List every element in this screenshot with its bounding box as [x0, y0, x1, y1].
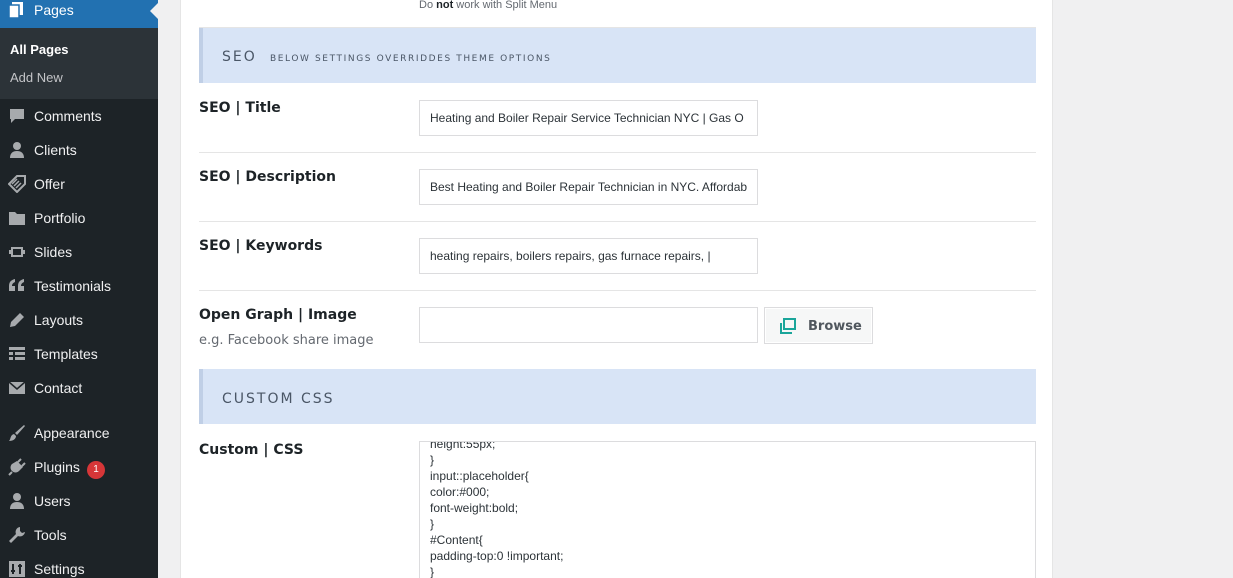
plug-icon	[7, 457, 27, 477]
section-title: SEO	[222, 49, 257, 65]
person-icon	[7, 140, 27, 160]
sidebar-item-label: Portfolio	[34, 210, 86, 226]
css-code-line: color:#000;	[430, 485, 490, 499]
sidebar-item-portfolio[interactable]: Portfolio	[0, 203, 158, 233]
sidebar-item-label: Users	[34, 493, 71, 509]
og-image-hint: e.g. Facebook share image	[199, 333, 374, 348]
browse-button-label: Browse	[808, 319, 862, 334]
custom-css-section-header: CUSTOM CSS	[199, 369, 1036, 424]
custom-css-textarea[interactable]: height:55px;} input::placeholder{color:#0…	[419, 441, 1036, 578]
slides-icon	[7, 242, 27, 262]
section-title: CUSTOM CSS	[222, 391, 335, 407]
sidebar-item-label: Tools	[34, 527, 67, 543]
tag-icon	[7, 174, 27, 194]
pencil-icon	[7, 310, 27, 330]
folder-icon	[7, 208, 27, 228]
css-code: height:55px;} input::placeholder{color:#0…	[430, 441, 564, 578]
css-code-line: font-weight:bold;	[430, 501, 519, 515]
sidebar-item-plugins[interactable]: Plugins 1	[0, 452, 158, 482]
css-code-line: }	[430, 517, 435, 531]
css-code-line: #Content{	[430, 533, 483, 547]
custom-css-label: Custom | CSS	[199, 442, 304, 458]
browse-button[interactable]: Browse	[764, 307, 873, 344]
sidebar-item-pages[interactable]: Pages	[0, 0, 158, 28]
comment-icon	[7, 106, 27, 126]
seo-section-header: SEO BELOW SETTINGS OVERRIDDES THEME OPTI…	[199, 28, 1036, 83]
css-code-line: }	[430, 565, 435, 578]
sidebar-item-label: Layouts	[34, 312, 84, 328]
sidebar-item-label: Comments	[34, 108, 102, 124]
section-subtitle: BELOW SETTINGS OVERRIDDES THEME OPTIONS	[270, 54, 552, 64]
sidebar-item-label: Appearance	[34, 425, 110, 441]
css-code-line: padding-top:0 !important;	[430, 549, 564, 563]
pages-submenu: All Pages Add New	[0, 28, 158, 99]
sidebar-item-offer[interactable]: Offer	[0, 169, 158, 199]
css-code-line: }	[430, 453, 435, 467]
seo-description-input[interactable]: Best Heating and Boiler Repair Technicia…	[419, 169, 758, 205]
submenu-add-new[interactable]: Add New	[10, 70, 63, 85]
sidebar-item-users[interactable]: Users	[0, 486, 158, 516]
sidebar-item-label: Clients	[34, 142, 77, 158]
css-code-line: input::placeholder{	[430, 469, 529, 483]
seo-title-label: SEO | Title	[199, 100, 281, 116]
sidebar-item-appearance[interactable]: Appearance	[0, 418, 158, 448]
divider	[199, 152, 1036, 153]
sidebar-item-label: Plugins	[34, 459, 80, 475]
sidebar-item-label: Pages	[34, 2, 74, 18]
sidebar-item-testimonials[interactable]: Testimonials	[0, 271, 158, 301]
css-code-line: height:55px;	[430, 441, 496, 451]
sidebar-item-label: Settings	[34, 561, 85, 577]
og-image-label: Open Graph | Image	[199, 307, 357, 323]
sidebar-item-slides[interactable]: Slides	[0, 237, 158, 267]
sidebar-item-templates[interactable]: Templates	[0, 339, 158, 369]
seo-title-input[interactable]: Heating and Boiler Repair Service Techni…	[419, 100, 758, 136]
media-library-icon	[779, 318, 797, 334]
sidebar-item-clients[interactable]: Clients	[0, 135, 158, 165]
pages-icon	[8, 2, 23, 19]
settings-icon	[7, 559, 27, 578]
sidebar-item-label: Templates	[34, 346, 98, 362]
sidebar-item-tools[interactable]: Tools	[0, 520, 158, 550]
envelope-icon	[7, 378, 27, 398]
split-menu-note: Do not work with Split Menu	[419, 0, 558, 11]
submenu-all-pages[interactable]: All Pages	[10, 42, 69, 57]
sidebar-item-label: Slides	[34, 244, 73, 260]
sidebar-item-comments[interactable]: Comments	[0, 101, 158, 131]
seo-description-label: SEO | Description	[199, 169, 336, 185]
update-count-badge: 1	[87, 461, 105, 479]
wrench-icon	[7, 525, 27, 545]
page-options-panel: Do not work with Split Menu SEO BELOW SE…	[180, 0, 1053, 578]
seo-keywords-label: SEO | Keywords	[199, 238, 323, 254]
sidebar-item-settings[interactable]: Settings	[0, 554, 158, 578]
divider	[199, 221, 1036, 222]
brush-icon	[7, 423, 27, 443]
divider	[199, 290, 1036, 291]
sidebar-item-layouts[interactable]: Layouts	[0, 305, 158, 335]
person-icon	[7, 491, 27, 511]
sidebar-item-contact[interactable]: Contact	[0, 373, 158, 403]
sidebar-item-label: Contact	[34, 380, 83, 396]
sidebar-item-label: Offer	[34, 176, 65, 192]
grid-icon	[7, 344, 27, 364]
quote-icon	[7, 276, 27, 296]
current-arrow	[150, 3, 158, 19]
og-image-input[interactable]	[419, 307, 758, 343]
admin-sidebar: Pages All Pages Add New Comments Clients…	[0, 0, 158, 578]
seo-keywords-input[interactable]: heating repairs, boilers repairs, gas fu…	[419, 238, 758, 274]
sidebar-item-label: Testimonials	[34, 278, 112, 294]
